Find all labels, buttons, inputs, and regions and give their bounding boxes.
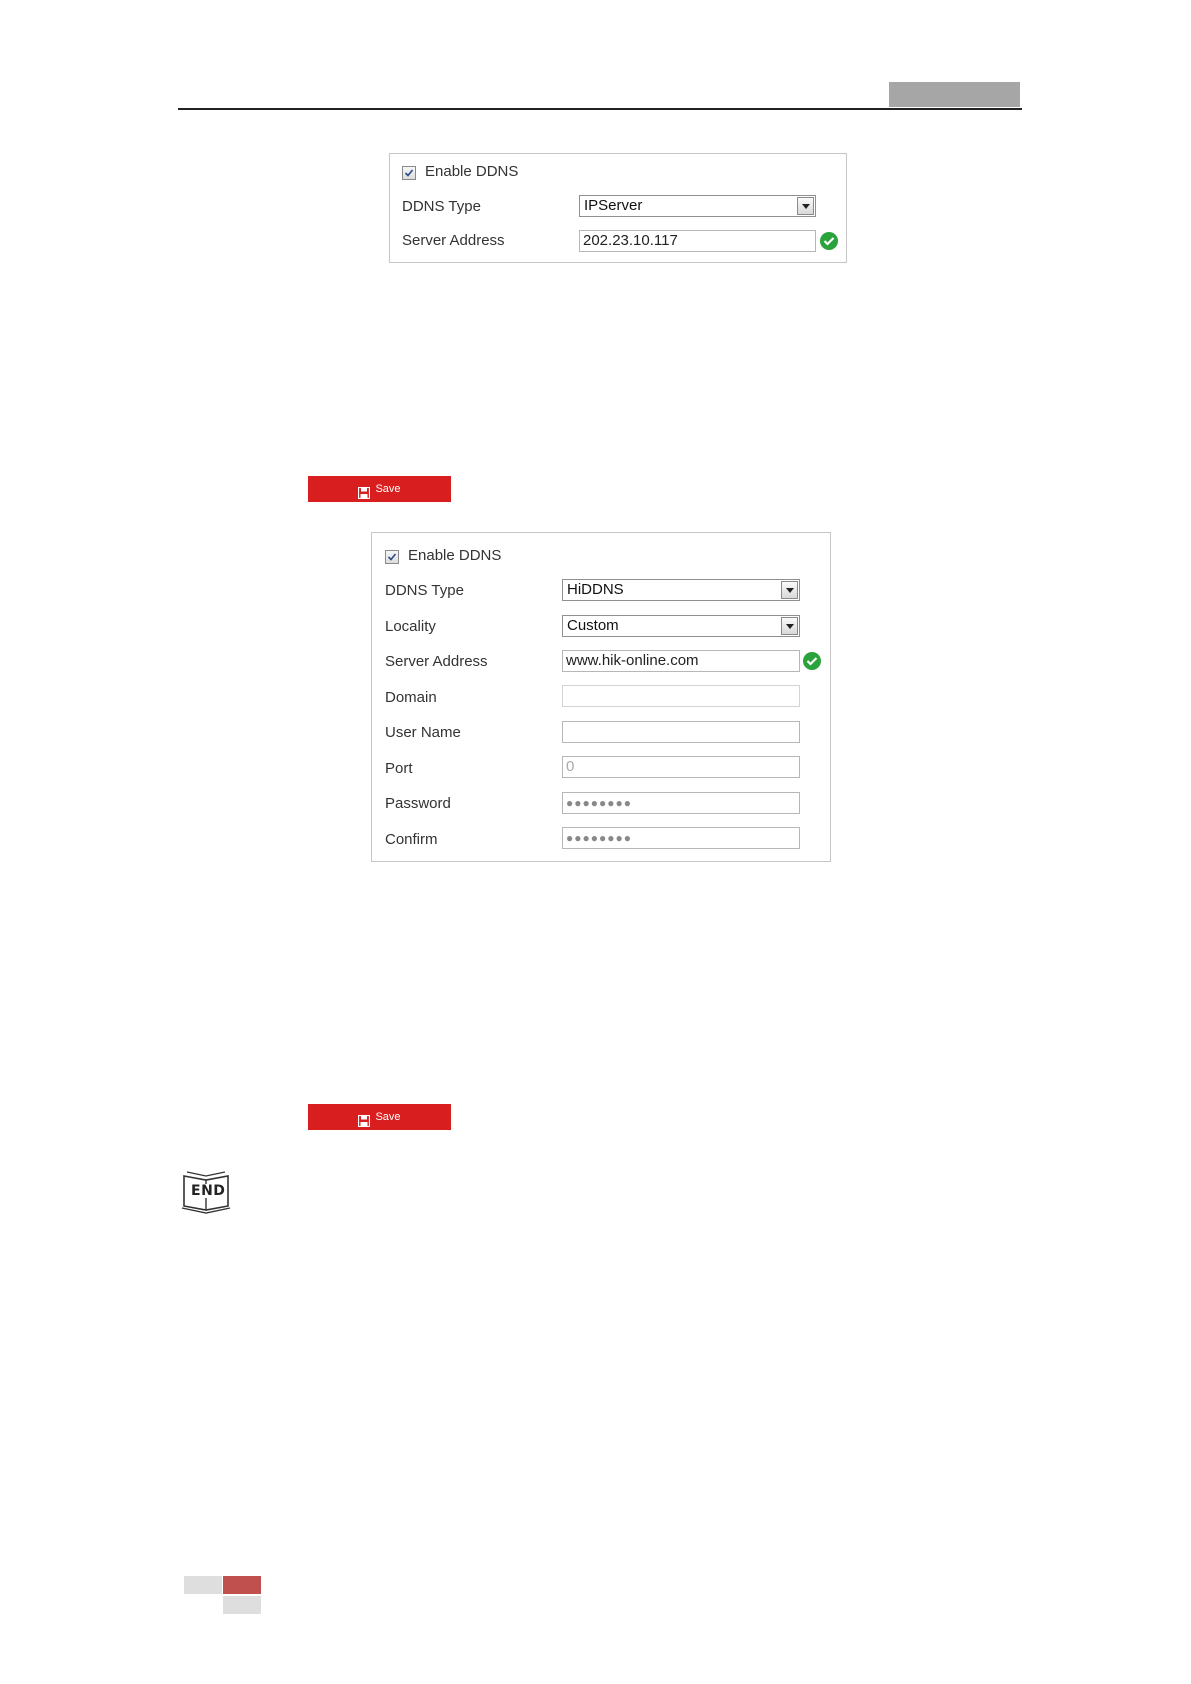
server-address-label: Server Address bbox=[385, 653, 488, 670]
checkmark-icon bbox=[387, 553, 397, 561]
server-address-input[interactable]: www.hik-online.com bbox=[562, 650, 800, 672]
ddns-type-select[interactable]: IPServer bbox=[579, 195, 816, 217]
save-button[interactable]: Save bbox=[308, 476, 451, 502]
server-address-label: Server Address bbox=[402, 232, 505, 249]
header-rule bbox=[178, 108, 1022, 110]
save-button[interactable]: Save bbox=[308, 1104, 451, 1130]
locality-value: Custom bbox=[567, 617, 619, 634]
ddns-type-label: DDNS Type bbox=[402, 198, 481, 215]
server-address-input[interactable]: 202.23.10.117 bbox=[579, 230, 816, 252]
save-disk-icon bbox=[358, 483, 371, 500]
password-label: Password bbox=[385, 795, 451, 812]
enable-ddns-label: Enable DDNS bbox=[408, 547, 502, 564]
save-disk-icon bbox=[358, 1111, 371, 1128]
ddns-type-value: HiDDNS bbox=[567, 581, 624, 598]
confirm-input[interactable]: ●●●●●●●● bbox=[562, 827, 800, 849]
domain-label: Domain bbox=[385, 689, 437, 706]
ddns-type-value: IPServer bbox=[584, 197, 643, 214]
end-label: END bbox=[191, 1183, 226, 1199]
ddns-type-select[interactable]: HiDDNS bbox=[562, 579, 800, 601]
locality-select[interactable]: Custom bbox=[562, 615, 800, 637]
footer-block-red bbox=[223, 1576, 261, 1594]
valid-check-icon bbox=[820, 232, 838, 250]
header-tab bbox=[889, 82, 1020, 107]
port-input[interactable]: 0 bbox=[562, 756, 800, 778]
footer-block-gray-bottom bbox=[223, 1596, 261, 1614]
enable-ddns-checkbox[interactable] bbox=[402, 166, 416, 180]
dropdown-arrow-icon[interactable] bbox=[781, 617, 798, 635]
ddns-type-label: DDNS Type bbox=[385, 582, 464, 599]
save-button-label: Save bbox=[375, 1111, 401, 1123]
book-end-icon: END bbox=[180, 1168, 232, 1214]
valid-check-icon bbox=[803, 652, 821, 670]
password-input[interactable]: ●●●●●●●● bbox=[562, 792, 800, 814]
port-label: Port bbox=[385, 760, 413, 777]
dropdown-arrow-icon[interactable] bbox=[797, 197, 814, 215]
enable-ddns-checkbox[interactable] bbox=[385, 550, 399, 564]
domain-input[interactable] bbox=[562, 685, 800, 707]
checkmark-icon bbox=[404, 169, 414, 177]
user-name-input[interactable] bbox=[562, 721, 800, 743]
enable-ddns-label: Enable DDNS bbox=[425, 163, 519, 180]
user-name-label: User Name bbox=[385, 724, 461, 741]
confirm-label: Confirm bbox=[385, 831, 438, 848]
locality-label: Locality bbox=[385, 618, 436, 635]
dropdown-arrow-icon[interactable] bbox=[781, 581, 798, 599]
footer-block-gray-top bbox=[184, 1576, 222, 1594]
ddns-panel-ipserver: Enable DDNS DDNS Type IPServer Server Ad… bbox=[389, 153, 847, 263]
save-button-label: Save bbox=[375, 483, 401, 495]
ddns-panel-hiddns: Enable DDNS DDNS Type HiDDNS Locality Cu… bbox=[371, 532, 831, 862]
